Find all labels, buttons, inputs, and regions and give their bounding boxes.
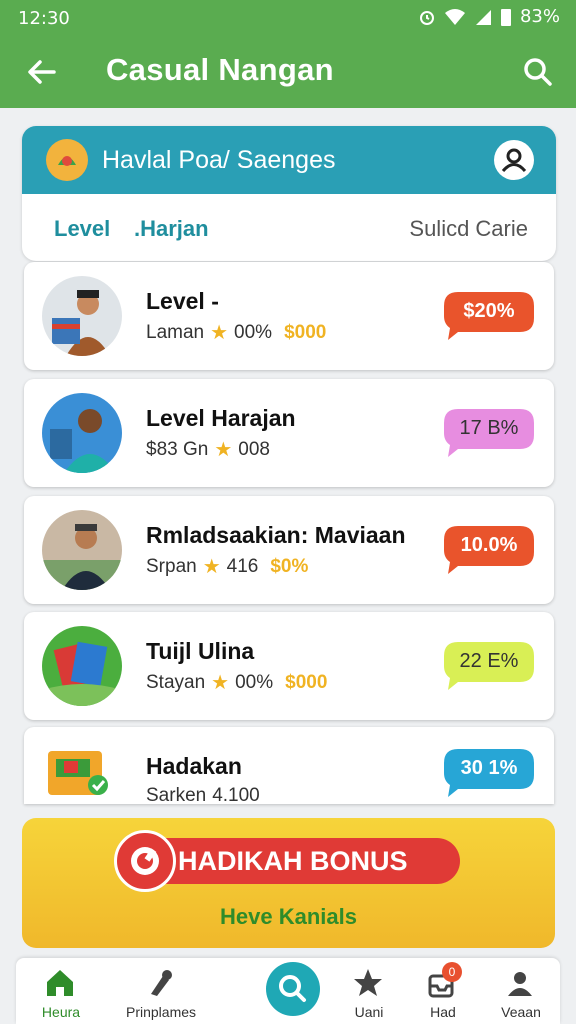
item-badge-text: 17 B% <box>459 417 519 439</box>
bonus-subtitle: Heve Kanials <box>220 904 357 929</box>
item-badge-text: 22 E% <box>459 650 519 672</box>
list-item[interactable]: Tuijl Ulina Stayan ★ 00% $000 22 E% <box>24 612 554 720</box>
back-arrow-icon[interactable] <box>24 54 60 90</box>
item-meta-value: 00% <box>235 671 274 693</box>
app-logo <box>46 139 88 181</box>
header-card-title: Havlal Poa/ Saenges <box>102 146 336 174</box>
list-item[interactable]: Hadakan Sarken 4.100 30 1% <box>24 727 554 804</box>
status-icons: 83% <box>418 6 560 27</box>
avatar <box>42 276 122 356</box>
item-meta-value: 008 <box>238 438 270 460</box>
header-card-columns: Level .Harjan Sulicd Carie <box>22 194 556 261</box>
list-item[interactable]: Level - Laman ★ 00% $000 $20% <box>24 262 554 370</box>
nav-tab-label: Had <box>430 1004 456 1020</box>
item-badge-text: 10.0% <box>460 534 518 556</box>
item-money: $000 <box>285 671 328 693</box>
nav-search-button[interactable] <box>266 962 320 1016</box>
column-level[interactable]: Level <box>54 216 110 242</box>
battery-icon <box>500 8 511 26</box>
nav-tab-label: Prinplames <box>125 1004 197 1020</box>
star-icon: ★ <box>211 672 230 694</box>
item-name: Hadakan <box>146 753 242 779</box>
item-name: Level - <box>146 288 219 314</box>
item-meta: Srpan ★ 416 $0% <box>146 554 308 579</box>
item-name: Level Harajan <box>146 405 296 431</box>
status-time: 12:30 <box>18 8 70 29</box>
bonus-banner[interactable]: HADIKAH BONUS Heve Kanials <box>22 818 555 948</box>
item-meta-value: 4.100 <box>212 785 260 804</box>
item-meta-label: $83 Gn <box>146 438 209 460</box>
nav-tab-label: Veaan <box>501 1004 541 1020</box>
avatar <box>42 393 122 473</box>
profile-icon <box>508 972 532 996</box>
item-meta-value: 00% <box>234 321 273 343</box>
notification-badge: 0 <box>442 962 462 982</box>
nav-tab-had[interactable]: 0 Had <box>398 958 488 1024</box>
nav-tab-prinplames[interactable]: Prinplames <box>116 958 206 1024</box>
bottom-nav: Heura Prinplames Uani 0 Had Veaan <box>16 958 560 1024</box>
item-meta-value: 416 <box>226 555 259 577</box>
battery-text: 83% <box>519 6 560 27</box>
item-money: $000 <box>284 321 327 343</box>
item-badge: 30 1% <box>444 749 534 797</box>
nav-tab-home[interactable]: Heura <box>16 958 106 1024</box>
item-badge: 17 B% <box>444 409 534 457</box>
item-meta-label: Laman <box>146 321 205 343</box>
status-bar: 12:30 83% <box>0 0 576 36</box>
item-meta-label: Sarken <box>146 785 207 804</box>
page-title: Casual Nangan <box>106 52 334 87</box>
search-icon <box>279 975 306 1002</box>
wifi-icon <box>444 8 465 25</box>
avatar <box>42 733 112 803</box>
header-card: Havlal Poa/ Saenges Level .Harjan Sulicd… <box>22 126 556 261</box>
nav-tab-veaan[interactable]: Veaan <box>476 958 566 1024</box>
avatar <box>42 626 122 706</box>
tools-icon <box>151 970 172 996</box>
signal-icon <box>475 9 491 25</box>
item-meta: Laman ★ 00% $000 <box>146 320 326 345</box>
item-money: $0% <box>270 555 309 577</box>
item-name: Tuijl Ulina <box>146 638 255 664</box>
item-name: Rmladsaakian: Maviaan <box>146 522 406 548</box>
star-icon: ★ <box>214 439 233 461</box>
alarm-icon <box>419 10 434 25</box>
column-harjan[interactable]: .Harjan <box>134 216 209 242</box>
star-icon: ★ <box>210 322 229 344</box>
home-icon <box>47 970 73 996</box>
user-icon <box>501 148 527 173</box>
header-card-title-bar: Havlal Poa/ Saenges <box>22 126 556 194</box>
list-item[interactable]: Rmladsaakian: Maviaan Srpan ★ 416 $0% 10… <box>24 496 554 604</box>
nav-tab-label: Heura <box>41 1004 81 1020</box>
item-meta: Sarken 4.100 <box>146 785 260 804</box>
item-badge: 10.0% <box>444 526 534 574</box>
app-bar: Casual Nangan <box>0 36 576 108</box>
avatar <box>42 510 122 590</box>
search-icon[interactable] <box>520 54 556 90</box>
list-item[interactable]: Level Harajan $83 Gn ★ 008 17 B% <box>24 379 554 487</box>
star-icon <box>354 969 382 996</box>
item-meta-label: Srpan <box>146 555 197 577</box>
column-sort[interactable]: Sulicd Carie <box>409 216 528 242</box>
item-meta: Stayan ★ 00% $000 <box>146 670 327 695</box>
item-meta: $83 Gn ★ 008 <box>146 437 270 462</box>
item-badge-text: 30 1% <box>460 757 518 779</box>
user-profile-button[interactable] <box>494 140 534 180</box>
star-icon: ★ <box>202 556 221 578</box>
item-badge: 22 E% <box>444 642 534 690</box>
bonus-icon <box>114 830 176 892</box>
item-meta-label: Stayan <box>146 671 206 693</box>
bonus-title: HADIKAH BONUS <box>178 845 408 876</box>
item-badge-text: $20% <box>463 300 515 322</box>
item-badge: $20% <box>444 292 534 340</box>
